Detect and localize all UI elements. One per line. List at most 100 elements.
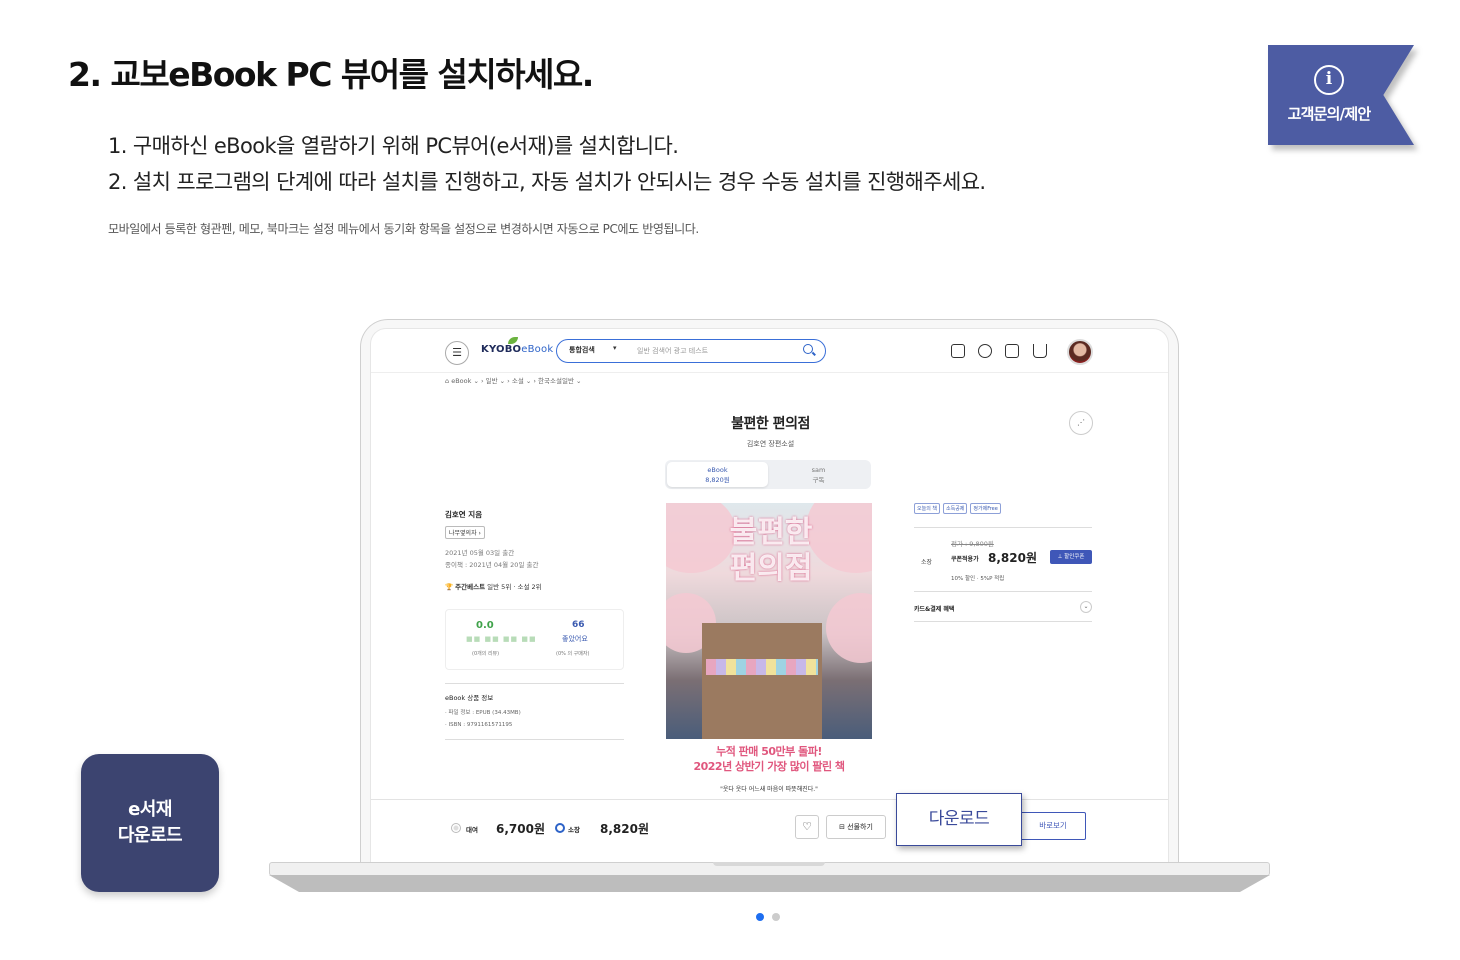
- tab-sam-name: sam: [811, 466, 826, 474]
- book-subtitle: 김호연 장편소설: [746, 440, 795, 448]
- file-info: · 파일 정보 : EPUB (34.43MB): [445, 710, 521, 716]
- book-cover[interactable]: 불편한 편의점: [666, 503, 872, 739]
- divider: [914, 591, 1092, 592]
- laptop-screen: ☰ KYOBOeBook 통합검색 ▾ 일반 검색어 광고 테스트 ⌂ eBoo…: [370, 328, 1169, 864]
- brand-suffix: eBook: [521, 344, 554, 355]
- good-label: 좋았어요: [562, 635, 588, 643]
- support-ribbon[interactable]: i 고객문의/제안: [1268, 45, 1414, 145]
- tab-ebook[interactable]: eBook 8,820원: [667, 462, 768, 487]
- cover-awning: [706, 659, 818, 675]
- breadcrumb[interactable]: ⌂ eBook ⌄ › 일반 ⌄ › 소설 ⌄ › 한국소설일반 ⌄: [445, 375, 581, 385]
- good-count: (0% 의 구매자): [556, 651, 590, 657]
- card-benefit-label[interactable]: 카드&결제 혜택: [914, 604, 954, 613]
- carousel-pagination: [756, 913, 780, 921]
- review-count: (0개의 리뷰): [472, 651, 500, 657]
- header-divider: [371, 372, 1168, 373]
- elib-label-line2: 다운로드: [117, 825, 183, 846]
- cover-caption: 2022년 상반기 가장 많이 팔린 책: [693, 760, 845, 773]
- page-title: 2. 교보eBook PC 뷰어를 설치하세요.: [68, 55, 594, 94]
- bestseller-rank[interactable]: 🏆 주간베스트 일반 5위 · 소설 2위: [445, 581, 542, 591]
- tab-sam-price: 구독: [812, 476, 825, 484]
- step-2: 2. 설치 프로그램의 단계에 따라 설치를 진행하고, 자동 설치가 안되시는…: [108, 170, 986, 194]
- info-icon: i: [1314, 65, 1344, 95]
- list-price: 정가 : 9,800원: [951, 540, 994, 548]
- divider: [445, 739, 624, 740]
- book-title: 불편한 편의점: [731, 416, 810, 432]
- quote-icon: 66: [572, 620, 585, 630]
- caret-down-icon: ▾: [613, 344, 617, 352]
- divider: [914, 621, 1092, 622]
- format-tabs: eBook 8,820원 sam 구독: [665, 460, 871, 489]
- rent-label: 대여: [466, 826, 478, 834]
- heart-icon[interactable]: ♡: [795, 815, 819, 839]
- support-label: 고객문의/제안: [1287, 105, 1371, 123]
- logo-leaf-icon: [508, 337, 518, 344]
- own-option-label: 소장: [568, 826, 580, 834]
- bestseller-label: 주간베스트: [455, 583, 486, 591]
- divider: [914, 527, 1092, 528]
- purchase-bar: 대여 6,700원 소장 8,820원 ♡ ⊟ 선물하기 바로보기: [371, 799, 1168, 864]
- coupon-label: 쿠폰적용가: [951, 556, 979, 563]
- cover-title: 불편한 편의점: [729, 515, 813, 586]
- pagination-dot-1[interactable]: [756, 913, 764, 921]
- search-input[interactable]: 일반 검색어 광고 테스트: [637, 346, 708, 356]
- tab-ebook-price: 8,820원: [705, 476, 730, 484]
- search-scope[interactable]: 통합검색: [569, 345, 595, 355]
- pubdate-paper: 종이책 : 2021년 04월 20일 출간: [445, 561, 539, 569]
- trophy-icon: 🏆: [445, 583, 454, 591]
- rent-radio[interactable]: [451, 823, 461, 833]
- cover-quote: "웃다 웃다 어느새 마음이 따뜻해진다.": [720, 786, 818, 793]
- chevron-down-icon[interactable]: ⌄: [1080, 601, 1092, 613]
- badge-list: 오늘의 책 소득공제 정가제Free: [914, 503, 1001, 514]
- rating-value: 0.0: [476, 620, 494, 631]
- view-now-button[interactable]: 바로보기: [1020, 812, 1086, 840]
- divider: [445, 683, 624, 684]
- discount-info: 10% 할인 · 5%P 적립: [951, 576, 1005, 582]
- install-steps: 1. 구매하신 eBook을 열람하기 위해 PC뷰어(e서재)를 설치합니다.…: [108, 128, 986, 200]
- badge: 오늘의 책: [914, 503, 940, 514]
- library-icon[interactable]: [1005, 344, 1019, 358]
- download-button[interactable]: 다운로드: [896, 793, 1022, 846]
- coupon-price: 8,820원: [988, 551, 1037, 565]
- bestseller-detail: 일반 5위 · 소설 2위: [487, 583, 542, 591]
- own-label: 소장: [921, 559, 933, 566]
- elib-label-line1: e서재: [128, 799, 172, 820]
- review-summary: 0.0 ■■ ■■ ■■ ■■ (0개의 리뷰) 66 좋았어요 (0% 의 구…: [445, 609, 624, 670]
- elib-download-button[interactable]: e서재 다운로드: [81, 754, 219, 892]
- cart-icon[interactable]: [1033, 344, 1047, 358]
- breadcrumb-path[interactable]: eBook ⌄ › 일반 ⌄ › 소설 ⌄ › 한국소설일반 ⌄: [451, 377, 581, 385]
- badge: 소득공제: [943, 503, 968, 514]
- laptop-base: [269, 862, 1270, 892]
- laptop-notch: [713, 862, 825, 866]
- tab-ebook-name: eBook: [707, 466, 728, 474]
- pubdate-ebook: 2021년 05월 03일 출간: [445, 549, 515, 557]
- product-info-title: eBook 상품 정보: [445, 694, 494, 702]
- brand-name: KYOBO: [481, 344, 522, 355]
- gift-button[interactable]: ⊟ 선물하기: [826, 815, 886, 839]
- search-icon[interactable]: [803, 344, 813, 354]
- publisher[interactable]: 나무옆의자 ›: [445, 526, 485, 539]
- isbn-info: · ISBN : 9791161571195: [445, 722, 513, 728]
- coin-icon[interactable]: [978, 344, 992, 358]
- pagination-dot-2[interactable]: [772, 913, 780, 921]
- own-price: 8,820원: [600, 822, 649, 836]
- author[interactable]: 김호연 지음: [445, 509, 482, 520]
- own-radio[interactable]: [555, 823, 565, 833]
- cover-shop-illustration: [702, 623, 822, 739]
- share-icon[interactable]: ⋰: [1069, 411, 1093, 435]
- tab-sam[interactable]: sam 구독: [768, 462, 869, 487]
- search-bar[interactable]: 통합검색 ▾ 일반 검색어 광고 테스트: [556, 339, 826, 363]
- badge-icon[interactable]: [951, 344, 965, 358]
- badge: 정가제Free: [970, 503, 1001, 514]
- home-icon[interactable]: ⌂: [445, 377, 449, 385]
- rent-price: 6,700원: [496, 822, 545, 836]
- brand-logo[interactable]: KYOBOeBook: [481, 344, 553, 355]
- step-1: 1. 구매하신 eBook을 열람하기 위해 PC뷰어(e서재)를 설치합니다.: [108, 134, 679, 158]
- publish-dates: 2021년 05월 03일 출간 종이책 : 2021년 04월 20일 출간: [445, 547, 538, 571]
- blossom-shape: [826, 593, 872, 663]
- avatar[interactable]: [1067, 339, 1093, 365]
- laptop-base-bottom: [269, 875, 1270, 892]
- coupon-button[interactable]: ⊥ 할인쿠폰: [1050, 550, 1092, 564]
- menu-icon[interactable]: ☰: [445, 341, 469, 365]
- cover-caption: 누적 판매 50만부 돌파!: [716, 745, 822, 758]
